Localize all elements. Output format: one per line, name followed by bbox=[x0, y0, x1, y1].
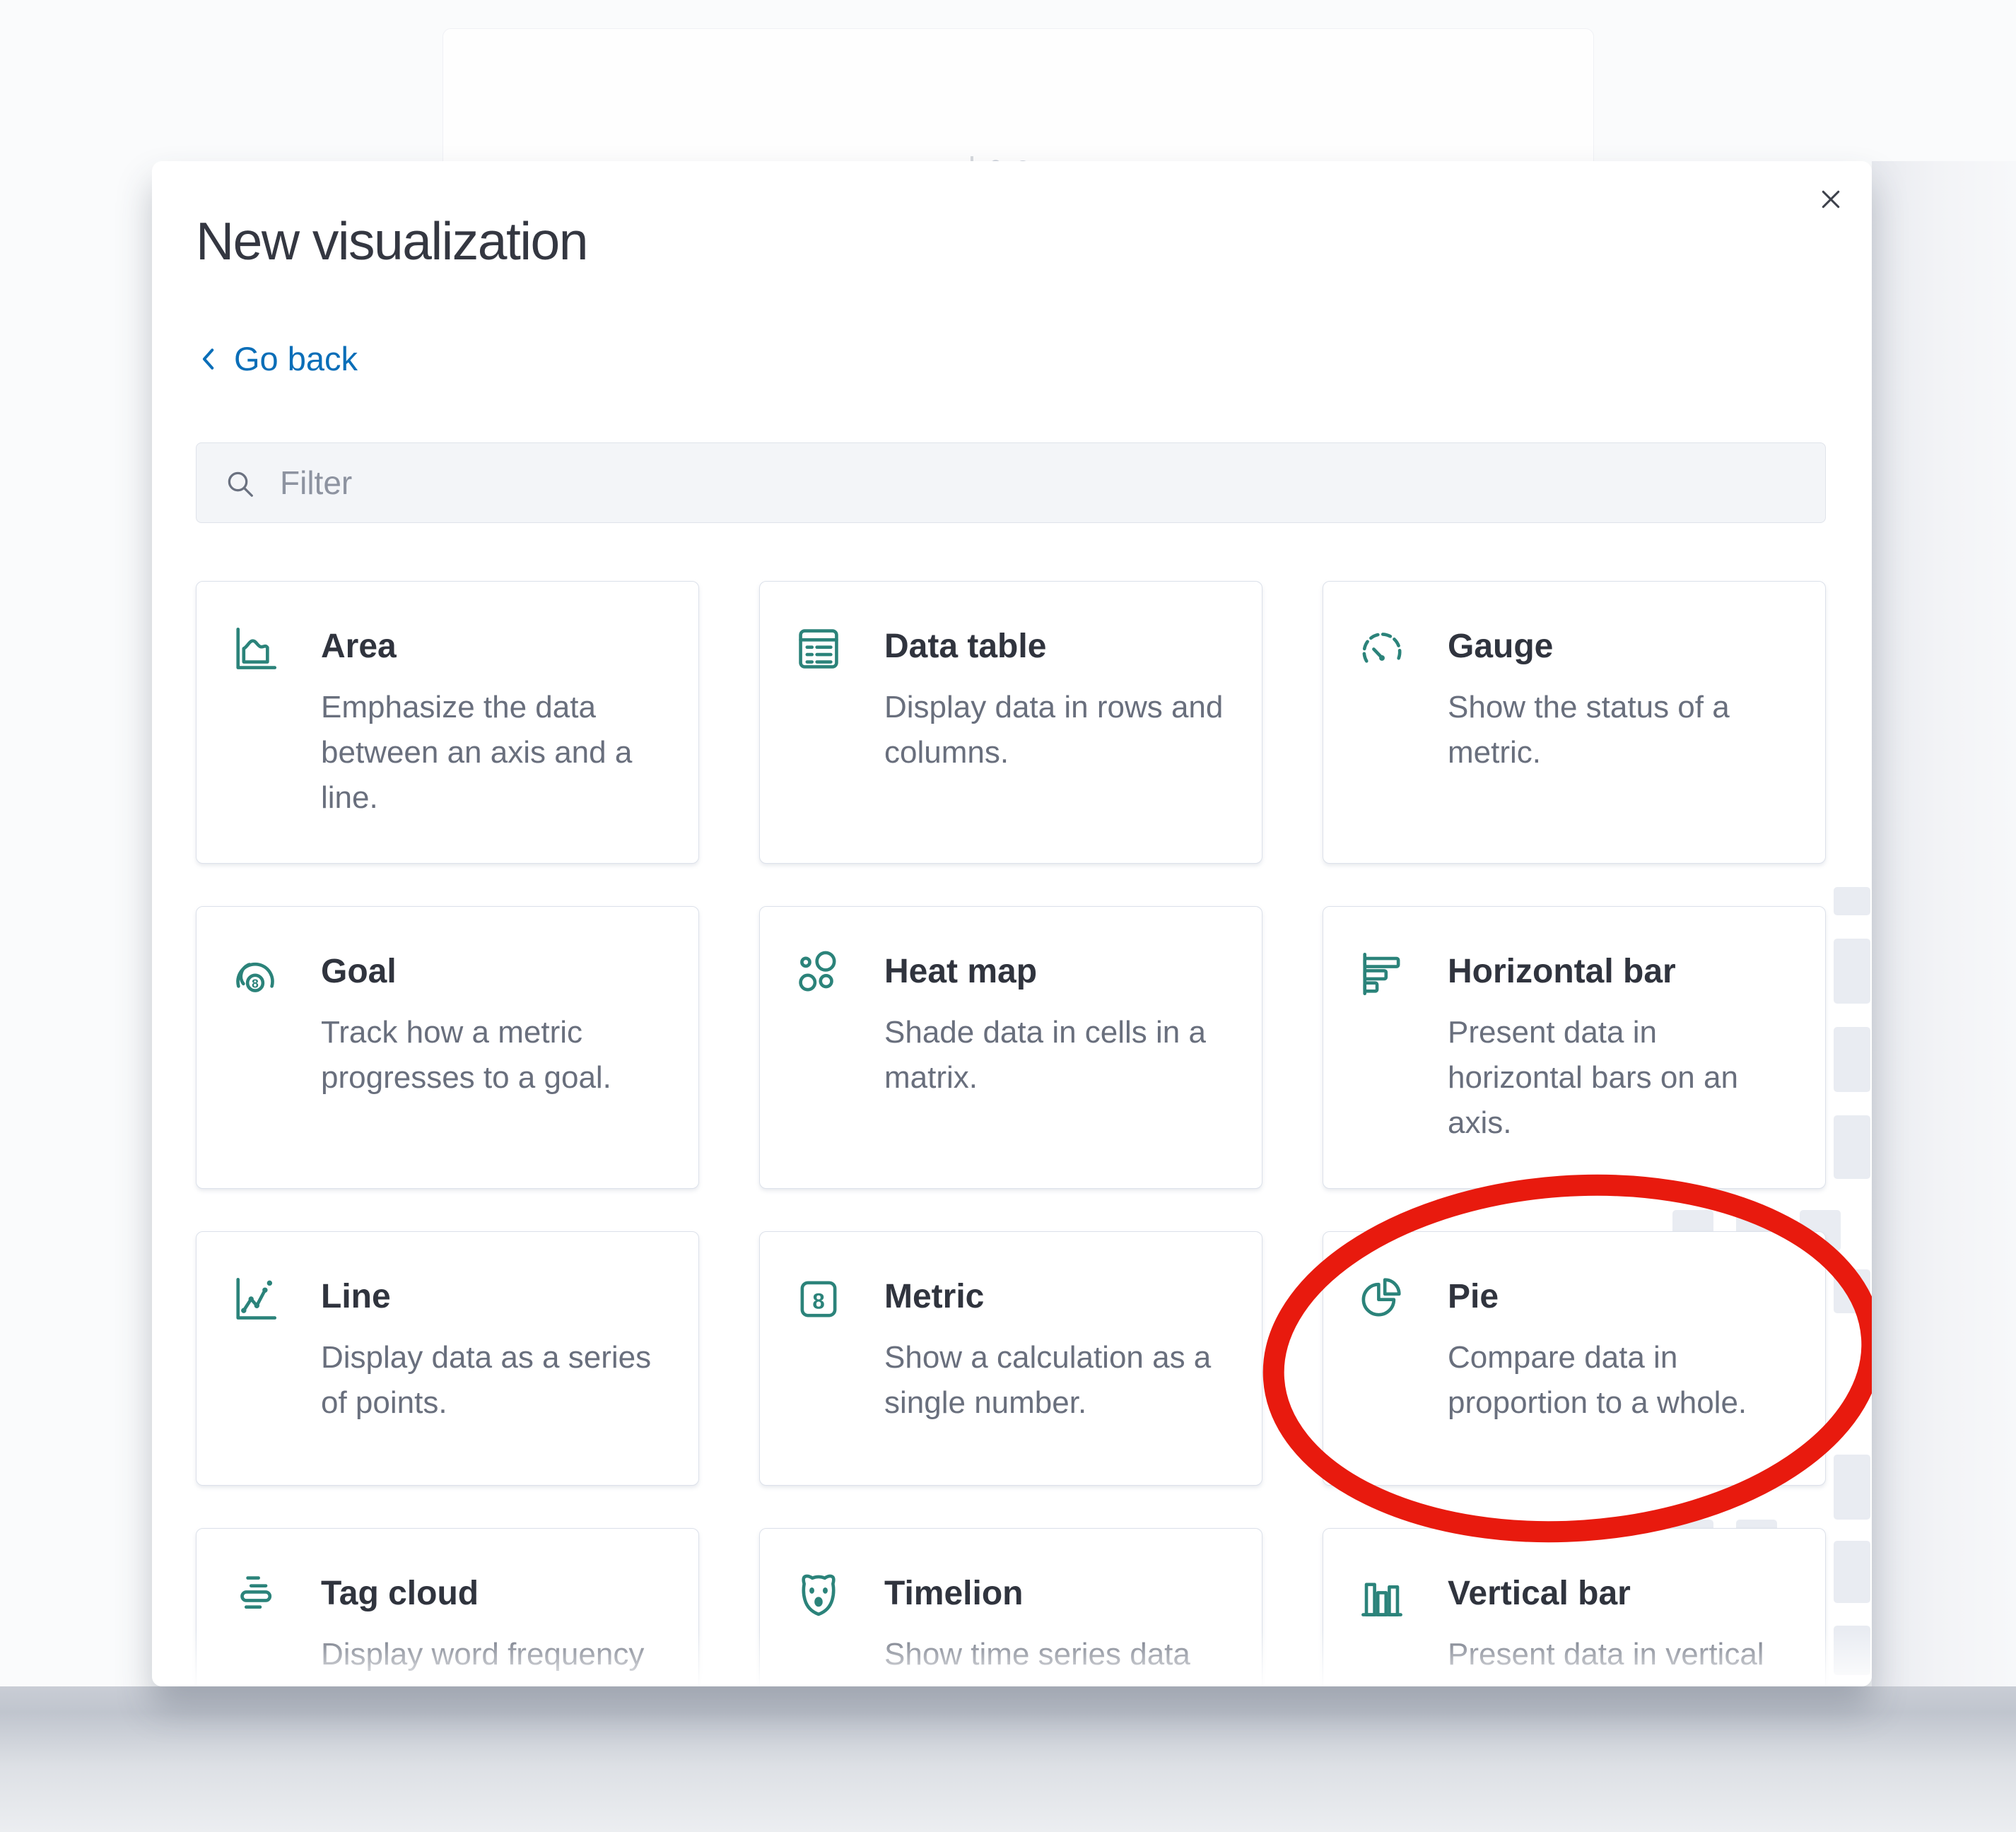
viz-card-description: Compare data in proportion to a whole. bbox=[1448, 1335, 1747, 1426]
viz-card-area[interactable]: Area Emphasize the data between an axis a… bbox=[196, 581, 699, 864]
viz-card-title: Heat map bbox=[884, 952, 1037, 991]
viz-type-grid: Area Emphasize the data between an axis a… bbox=[196, 581, 1826, 1686]
viz-card-title: Gauge bbox=[1448, 627, 1553, 666]
viz-card-metric[interactable]: 8 Metric Show a calculation as a single nu… bbox=[759, 1231, 1262, 1486]
go-back-label: Go back bbox=[234, 339, 358, 378]
filter-field bbox=[196, 442, 1826, 523]
line-icon bbox=[229, 1273, 281, 1325]
data-table-icon bbox=[792, 623, 845, 675]
go-back-link[interactable]: Go back bbox=[197, 339, 358, 378]
viz-card-timelion[interactable]: Timelion Show time series data on a graph… bbox=[759, 1528, 1262, 1686]
tag-cloud-icon bbox=[229, 1570, 281, 1622]
metric-icon: 8 bbox=[792, 1273, 845, 1325]
viz-card-title: Data table bbox=[884, 627, 1046, 666]
viz-card-title: Tag cloud bbox=[321, 1574, 479, 1613]
viz-card-description: Show the status of a metric. bbox=[1448, 685, 1730, 775]
viz-card-line[interactable]: Line Display data as a series of points. bbox=[196, 1231, 699, 1486]
viz-card-goal[interactable]: 8 Goal Track how a metric progresses to a … bbox=[196, 906, 699, 1189]
viz-card-description: Show time series data on a graph. bbox=[884, 1632, 1190, 1686]
viz-card-description: Track how a metric progresses to a goal. bbox=[321, 1010, 611, 1100]
viz-card-description: Display data as a series of points. bbox=[321, 1335, 651, 1426]
close-icon[interactable] bbox=[1811, 180, 1851, 219]
page-background: New visualization Go back bbox=[0, 0, 2016, 1832]
viz-card-title: Timelion bbox=[884, 1574, 1023, 1613]
viz-card-tag-cloud[interactable]: Tag cloud Display word frequency with fon… bbox=[196, 1528, 699, 1686]
svg-text:8: 8 bbox=[812, 1289, 824, 1314]
viz-card-description: Display data in rows and columns. bbox=[884, 685, 1223, 775]
viz-card-title: Vertical bar bbox=[1448, 1574, 1631, 1613]
pie-icon bbox=[1356, 1273, 1408, 1325]
goal-icon: 8 bbox=[229, 948, 281, 1000]
viz-card-heat-map[interactable]: Heat map Shade data in cells in a matrix. bbox=[759, 906, 1262, 1189]
viz-card-description: Show a calculation as a single number. bbox=[884, 1335, 1211, 1426]
viz-card-vertical-bar[interactable]: Vertical bar Present data in vertical bar… bbox=[1323, 1528, 1826, 1686]
chevron-left-icon bbox=[197, 345, 221, 373]
backdrop-bottom bbox=[0, 1686, 2016, 1832]
horizontal-bar-icon bbox=[1356, 948, 1408, 1000]
viz-card-pie[interactable]: Pie Compare data in proportion to a whole… bbox=[1323, 1231, 1826, 1486]
viz-card-title: Pie bbox=[1448, 1277, 1499, 1316]
viz-card-title: Area bbox=[321, 627, 397, 666]
timelion-icon bbox=[792, 1570, 845, 1622]
gauge-icon bbox=[1356, 623, 1408, 675]
vertical-bar-icon bbox=[1356, 1570, 1408, 1622]
background-page-card bbox=[443, 28, 1594, 164]
modal-title: New visualization bbox=[196, 211, 587, 271]
backdrop-right bbox=[1872, 161, 2016, 1686]
viz-card-description: Present data in horizontal bars on an ax… bbox=[1448, 1010, 1738, 1146]
viz-card-title: Metric bbox=[884, 1277, 984, 1316]
area-icon bbox=[229, 623, 281, 675]
svg-text:8: 8 bbox=[252, 976, 259, 990]
heat-map-icon bbox=[792, 948, 845, 1000]
viz-card-gauge[interactable]: Gauge Show the status of a metric. bbox=[1323, 581, 1826, 864]
viz-card-title: Line bbox=[321, 1277, 391, 1316]
viz-card-description: Display word frequency with font size. bbox=[321, 1632, 644, 1686]
viz-card-title: Horizontal bar bbox=[1448, 952, 1676, 991]
viz-card-title: Goal bbox=[321, 952, 397, 991]
viz-card-description: Shade data in cells in a matrix. bbox=[884, 1010, 1206, 1100]
viz-card-horizontal-bar[interactable]: Horizontal bar Present data in horizontal… bbox=[1323, 906, 1826, 1189]
viz-card-data-table[interactable]: Data table Display data in rows and colum… bbox=[759, 581, 1262, 864]
filter-input[interactable] bbox=[197, 443, 1825, 522]
viz-card-description: Present data in vertical bars on an axis… bbox=[1448, 1632, 1764, 1686]
viz-card-description: Emphasize the data between an axis and a… bbox=[321, 685, 632, 821]
new-visualization-modal: New visualization Go back bbox=[152, 161, 1872, 1686]
